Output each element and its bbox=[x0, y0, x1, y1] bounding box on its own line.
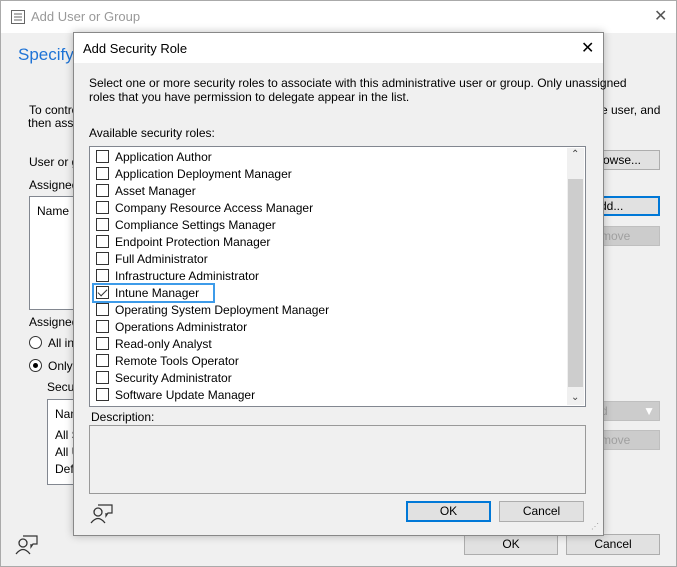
scroll-up-icon[interactable]: ⌃ bbox=[571, 149, 579, 160]
window-title: Add User or Group bbox=[31, 9, 141, 24]
role-item[interactable]: Application Deployment Manager bbox=[96, 165, 292, 182]
description-label: Description: bbox=[91, 410, 155, 424]
dialog-title: Add Security Role bbox=[83, 41, 188, 56]
dialog-cancel-button[interactable]: Cancel bbox=[499, 501, 584, 522]
role-checkbox[interactable] bbox=[96, 235, 109, 248]
role-label: Infrastructure Administrator bbox=[115, 268, 260, 283]
role-checkbox[interactable] bbox=[96, 337, 109, 350]
role-item[interactable]: Endpoint Protection Manager bbox=[96, 233, 270, 250]
scrollbar-thumb[interactable] bbox=[568, 179, 583, 387]
role-label: Remote Tools Operator bbox=[115, 353, 239, 368]
role-item[interactable]: Software Update Manager bbox=[96, 386, 255, 403]
role-item[interactable]: Read-only Analyst bbox=[96, 335, 212, 352]
role-label: Application Author bbox=[115, 149, 212, 164]
role-item[interactable]: Operating System Deployment Manager bbox=[96, 301, 329, 318]
role-checkbox[interactable] bbox=[96, 184, 109, 197]
close-icon[interactable]: ✕ bbox=[654, 6, 667, 26]
scrollbar[interactable]: ⌃ ⌄ bbox=[567, 148, 584, 405]
role-label: Intune Manager bbox=[115, 285, 200, 300]
role-item[interactable]: Company Resource Access Manager bbox=[96, 199, 313, 216]
add-scope-dropdown[interactable]: d ▼ bbox=[599, 401, 660, 421]
role-item[interactable]: Compliance Settings Manager bbox=[96, 216, 276, 233]
dialog-instructions: roles that you have permission to delega… bbox=[89, 90, 410, 104]
column-header-name: Name bbox=[37, 204, 70, 218]
role-label: Full Administrator bbox=[115, 251, 208, 266]
dialog-ok-button[interactable]: OK bbox=[406, 501, 491, 522]
ok-button[interactable]: OK bbox=[464, 534, 558, 555]
role-item[interactable]: Security Administrator bbox=[96, 369, 232, 386]
assigned-roles-label: Assigned bbox=[29, 178, 79, 192]
dialog-title-bar: Add Security Role ✕ bbox=[74, 33, 603, 63]
role-label: Asset Manager bbox=[115, 183, 196, 198]
role-item[interactable]: Operations Administrator bbox=[96, 318, 247, 335]
role-label: Company Resource Access Manager bbox=[115, 200, 314, 215]
user-feedback-icon[interactable] bbox=[90, 503, 114, 525]
role-checkbox[interactable] bbox=[96, 286, 109, 299]
role-label: Read-only Analyst bbox=[115, 336, 212, 351]
role-checkbox[interactable] bbox=[96, 269, 109, 282]
radio-only-scopes[interactable] bbox=[29, 359, 42, 372]
window-icon bbox=[11, 10, 25, 24]
role-item[interactable]: Asset Manager bbox=[96, 182, 196, 199]
dropdown-arrow-icon: ▼ bbox=[643, 404, 655, 418]
role-item[interactable]: Infrastructure Administrator bbox=[96, 267, 259, 284]
role-label: Software Update Manager bbox=[115, 387, 256, 402]
role-checkbox[interactable] bbox=[96, 371, 109, 384]
remove-button[interactable]: move bbox=[599, 226, 660, 246]
security-roles-list[interactable]: ⌃ ⌄ Application Author Application Deploy… bbox=[89, 146, 586, 407]
role-checkbox[interactable] bbox=[96, 388, 109, 401]
role-item[interactable]: Remote Tools Operator bbox=[96, 352, 239, 369]
assigned-scopes-label: Assigned bbox=[29, 315, 79, 329]
intro-text: e user, and bbox=[601, 103, 661, 117]
description-box bbox=[89, 425, 586, 494]
user-feedback-icon[interactable] bbox=[15, 534, 39, 556]
role-checkbox[interactable] bbox=[96, 218, 109, 231]
role-checkbox[interactable] bbox=[96, 303, 109, 316]
remove-scope-button[interactable]: move bbox=[599, 430, 660, 450]
cancel-button[interactable]: Cancel bbox=[566, 534, 660, 555]
role-label: Compliance Settings Manager bbox=[115, 217, 276, 232]
role-checkbox[interactable] bbox=[96, 320, 109, 333]
resize-grip-icon[interactable]: ⋰ bbox=[591, 522, 599, 531]
role-label: Operations Administrator bbox=[115, 319, 248, 334]
role-checkbox[interactable] bbox=[96, 167, 109, 180]
role-item[interactable]: Intune Manager bbox=[91, 282, 216, 303]
role-item[interactable]: Application Author bbox=[96, 148, 212, 165]
add-button[interactable]: dd... bbox=[597, 196, 660, 216]
role-label: Operating System Deployment Manager bbox=[115, 302, 330, 317]
role-label: Application Deployment Manager bbox=[115, 166, 292, 181]
radio-all-instances[interactable] bbox=[29, 336, 42, 349]
role-item[interactable]: Full Administrator bbox=[96, 250, 208, 267]
role-label: Endpoint Protection Manager bbox=[115, 234, 271, 249]
close-icon[interactable]: ✕ bbox=[581, 38, 594, 58]
add-security-role-dialog: Add Security Role ✕ Select one or more s… bbox=[73, 32, 627, 536]
role-checkbox[interactable] bbox=[96, 354, 109, 367]
role-checkbox[interactable] bbox=[96, 150, 109, 163]
page-heading: Specify bbox=[18, 45, 74, 64]
role-label: Security Administrator bbox=[115, 370, 232, 385]
role-checkbox[interactable] bbox=[96, 252, 109, 265]
title-bar: Add User or Group ✕ bbox=[1, 1, 676, 33]
available-roles-label: Available security roles: bbox=[89, 126, 215, 140]
browse-button[interactable]: owse... bbox=[599, 150, 660, 170]
dialog-instructions: Select one or more security roles to ass… bbox=[89, 76, 627, 90]
intro-text: To contro bbox=[29, 103, 79, 117]
scroll-down-icon[interactable]: ⌄ bbox=[571, 392, 579, 403]
role-checkbox[interactable] bbox=[96, 201, 109, 214]
